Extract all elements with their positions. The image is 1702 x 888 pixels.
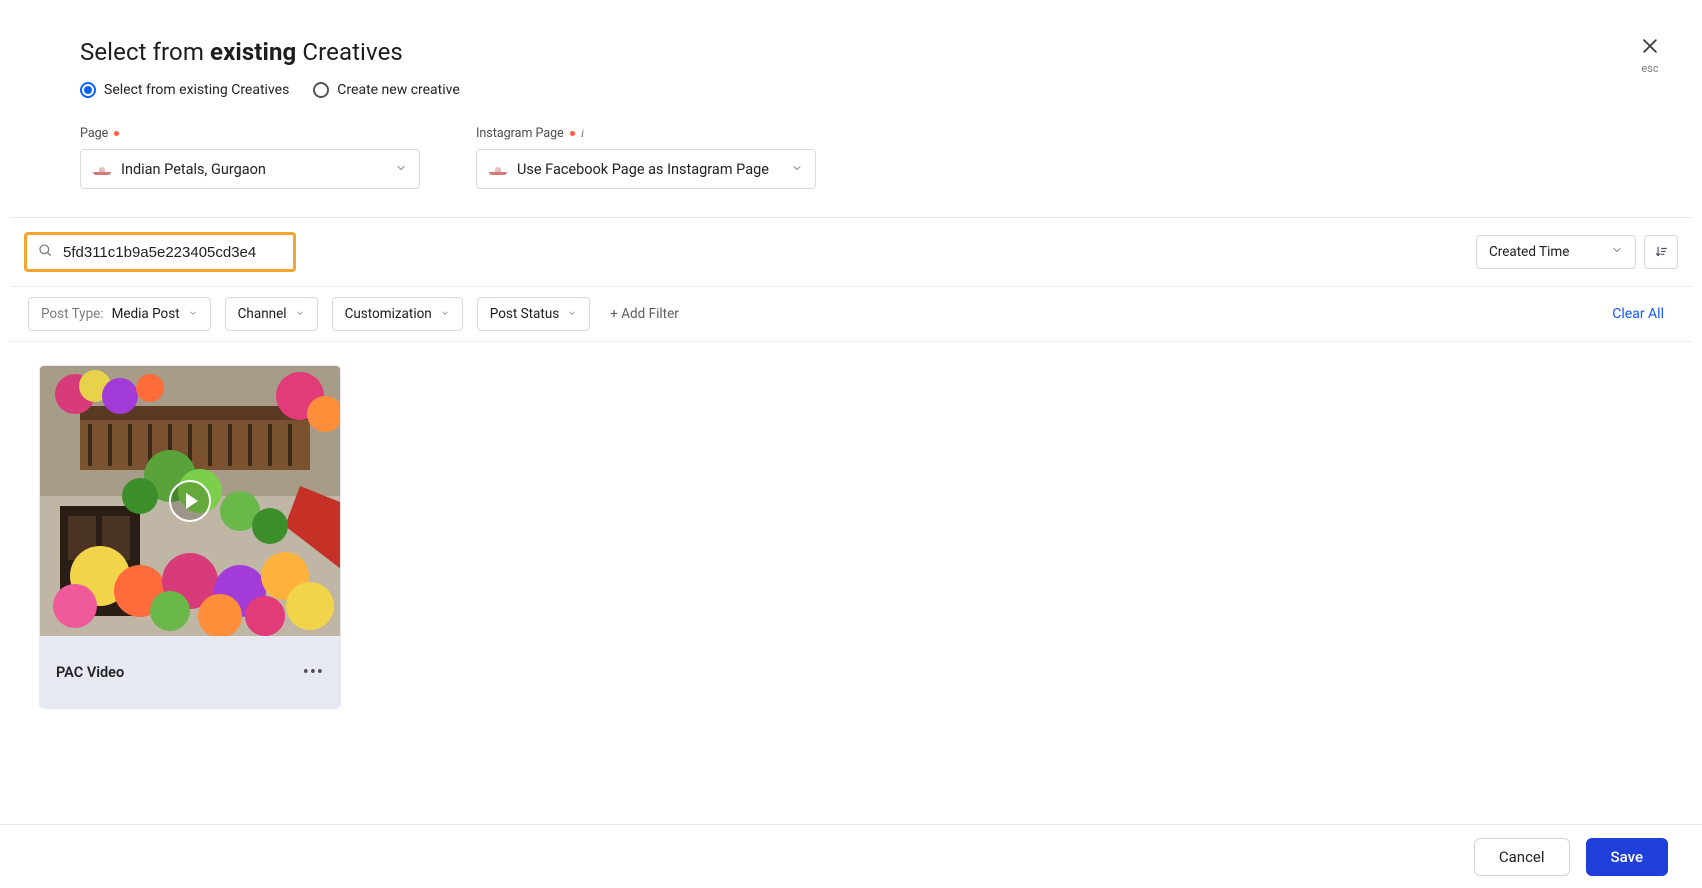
creative-name: PAC Video (56, 664, 124, 681)
close-icon (1640, 36, 1660, 60)
close-esc-label: esc (1640, 62, 1660, 75)
instagram-page-field-label: Instagram Page i (476, 126, 816, 141)
filter-customization-label: Customization (345, 306, 432, 322)
play-icon (169, 480, 211, 522)
page-select[interactable]: Indian Petals, Gurgaon (80, 149, 420, 189)
filter-post-type-label: Post Type: (41, 306, 104, 322)
required-dot-icon (570, 131, 575, 136)
filter-channel-label: Channel (238, 306, 287, 322)
chevron-down-icon (188, 306, 198, 322)
sort-direction-button[interactable] (1644, 235, 1678, 269)
chevron-down-icon (295, 306, 305, 322)
chevron-down-icon (440, 306, 450, 322)
filter-post-type-value: Media Post (112, 306, 180, 322)
creative-thumbnail (40, 366, 340, 636)
page-brand-icon (93, 163, 111, 175)
search-icon (37, 242, 53, 262)
title-pre: Select from (80, 38, 210, 66)
sort-select-value: Created Time (1489, 244, 1569, 260)
page-select-value: Indian Petals, Gurgaon (121, 161, 266, 178)
creative-card[interactable]: PAC Video ••• (40, 366, 340, 708)
page-field-label: Page (80, 126, 420, 141)
page-field-label-text: Page (80, 126, 108, 141)
creative-more-button[interactable]: ••• (303, 662, 324, 683)
radio-create-new-label: Create new creative (337, 82, 459, 98)
filter-channel[interactable]: Channel (225, 297, 318, 331)
title-post: Creatives (296, 38, 403, 66)
info-icon[interactable]: i (581, 126, 584, 141)
title-strong: existing (210, 38, 296, 66)
radio-unchecked-icon (313, 82, 329, 98)
instagram-page-field-label-text: Instagram Page (476, 126, 564, 141)
filter-customization[interactable]: Customization (332, 297, 463, 331)
clear-all-button[interactable]: Clear All (1612, 306, 1674, 322)
chevron-down-icon (1611, 244, 1623, 260)
page-brand-icon (489, 163, 507, 175)
search-input[interactable] (63, 244, 283, 261)
instagram-page-select-value: Use Facebook Page as Instagram Page (517, 161, 769, 178)
radio-select-existing-label: Select from existing Creatives (104, 82, 289, 98)
filter-post-status[interactable]: Post Status (477, 297, 590, 331)
filter-post-type[interactable]: Post Type: Media Post (28, 297, 211, 331)
radio-create-new[interactable]: Create new creative (313, 82, 459, 98)
filter-post-status-label: Post Status (490, 306, 559, 322)
sort-select[interactable]: Created Time (1476, 235, 1636, 269)
chevron-down-icon (791, 161, 803, 178)
required-dot-icon (114, 131, 119, 136)
cancel-button[interactable]: Cancel (1474, 838, 1570, 876)
search-input-wrap[interactable] (24, 232, 296, 272)
page-title: Select from existing Creatives (80, 38, 1622, 66)
instagram-page-select[interactable]: Use Facebook Page as Instagram Page (476, 149, 816, 189)
radio-select-existing[interactable]: Select from existing Creatives (80, 82, 289, 98)
chevron-down-icon (567, 306, 577, 322)
chevron-down-icon (395, 161, 407, 178)
add-filter-button[interactable]: + Add Filter (604, 306, 685, 322)
close-button[interactable]: esc (1640, 36, 1660, 75)
save-button[interactable]: Save (1586, 838, 1668, 876)
radio-checked-icon (80, 82, 96, 98)
